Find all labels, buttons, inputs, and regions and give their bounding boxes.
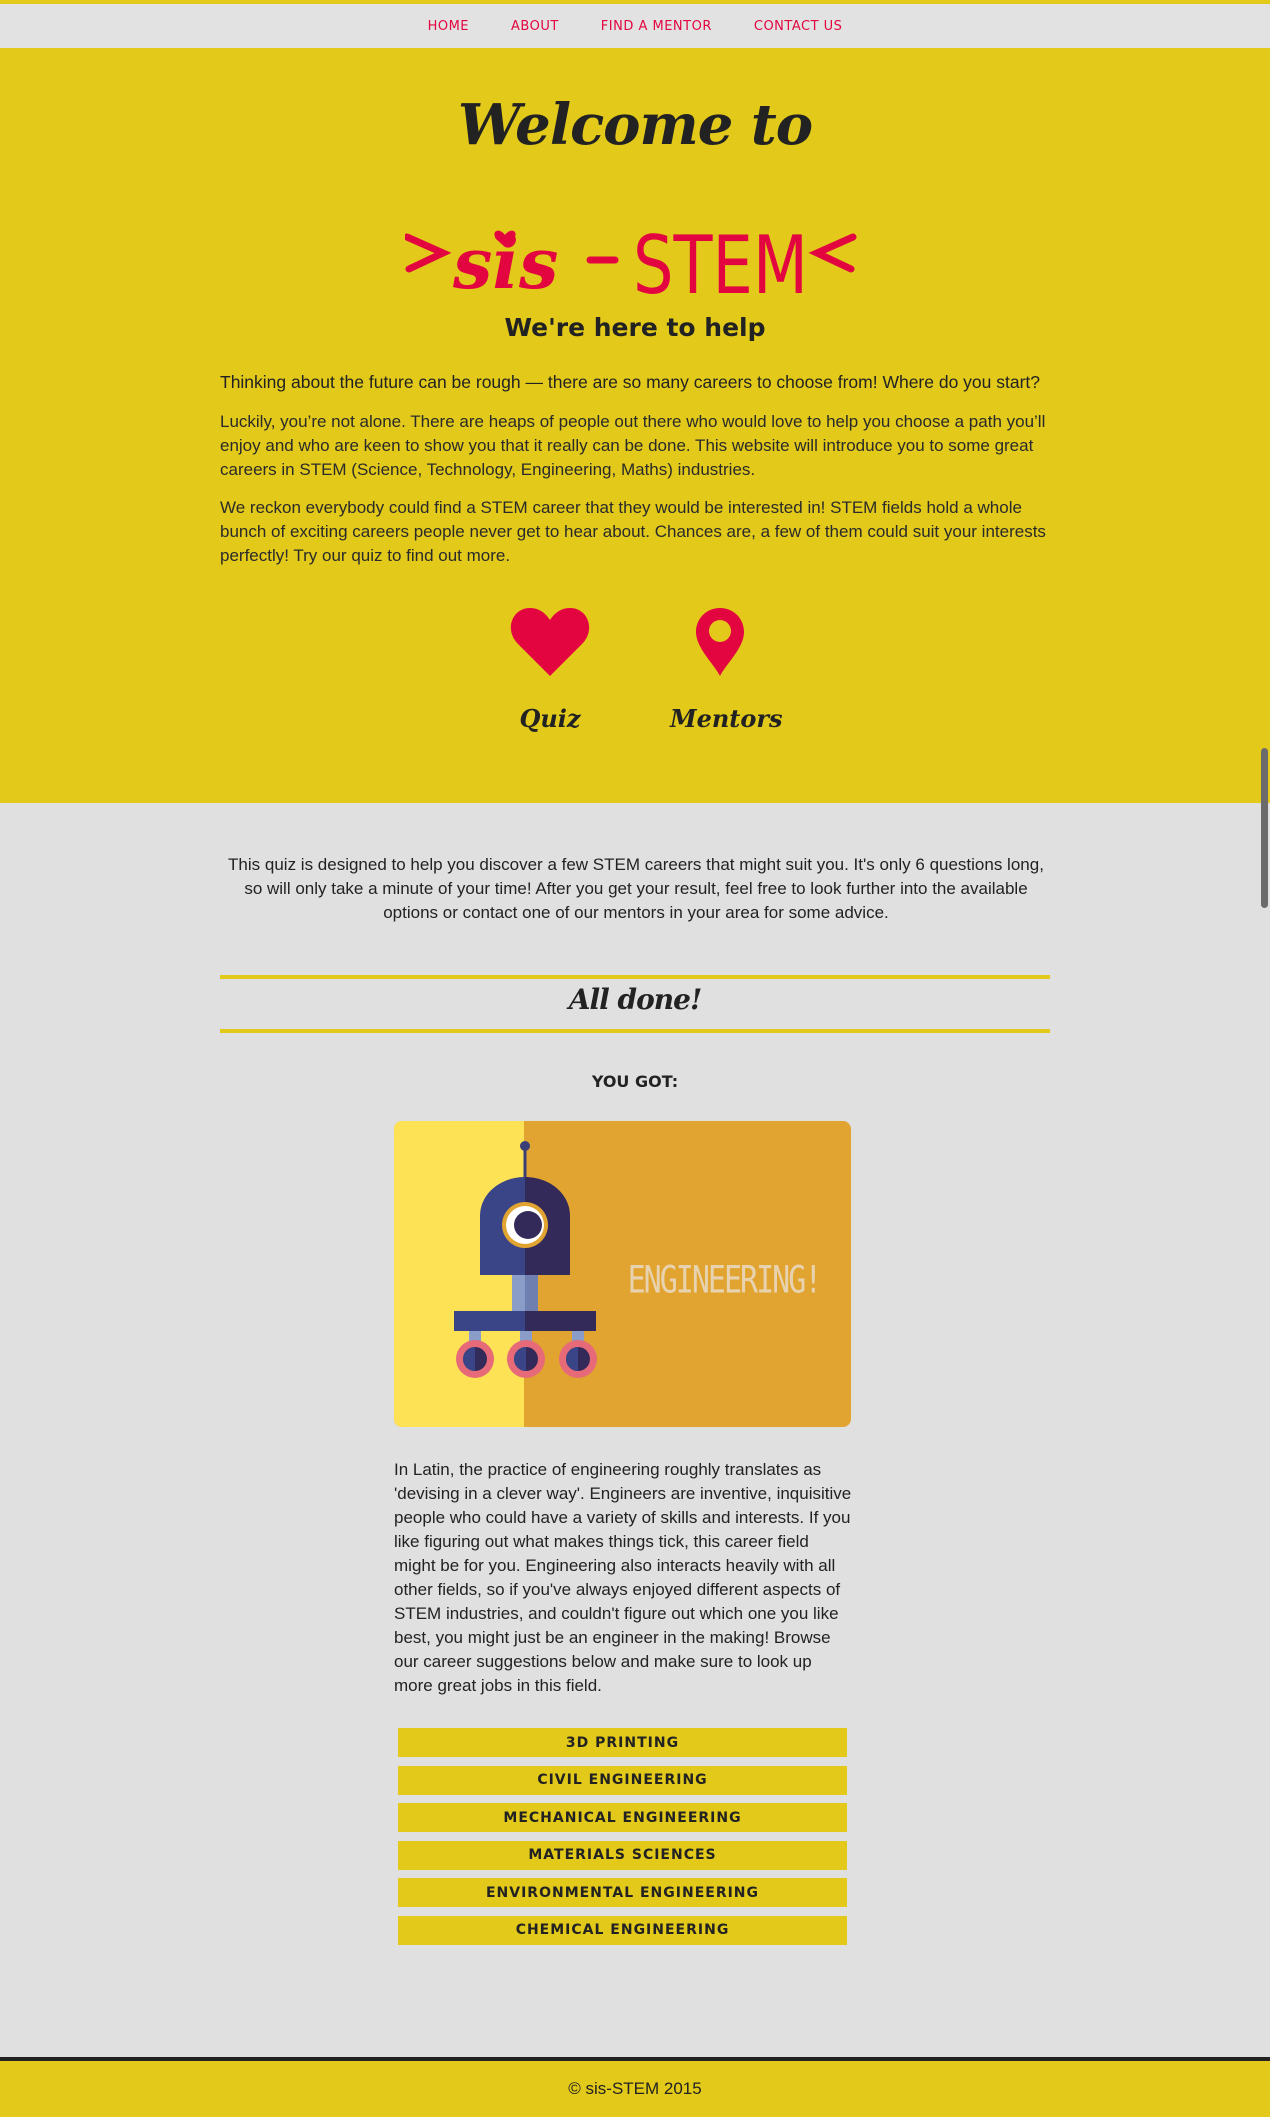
logo-right-chevron: [808, 233, 857, 273]
copyright-text: © sis-STEM 2015: [568, 2079, 702, 2098]
scrollbar-thumb[interactable]: [1261, 748, 1268, 908]
intro-paragraph-2: We reckon everybody could find a STEM ca…: [220, 498, 1046, 565]
done-title: All done!: [568, 983, 702, 1016]
career-button-materials-sciences[interactable]: MATERIALS SCIENCES: [398, 1840, 847, 1870]
nav-contact-link[interactable]: CONTACT US: [754, 19, 843, 34]
logo-left-chevron: [405, 233, 452, 273]
sis-stem-logo: sis STEM: [405, 219, 857, 303]
help-heading: We're here to help: [504, 313, 766, 342]
map-pin-icon: [696, 608, 744, 676]
nav-find-mentor-link[interactable]: FIND A MENTOR: [601, 19, 712, 34]
nav-about-link[interactable]: ABOUT: [511, 19, 559, 34]
heart-icon: [510, 608, 590, 676]
mentors-link[interactable]: Mentors: [670, 606, 783, 733]
career-button-3d-printing[interactable]: 3D PRINTING: [398, 1728, 847, 1757]
career-button-civil-engineering[interactable]: CIVIL ENGINEERING: [398, 1765, 847, 1795]
done-top-divider: [220, 975, 1050, 979]
logo-sis-text: sis: [452, 222, 558, 303]
top-nav: HOME ABOUT FIND A MENTOR CONTACT US: [0, 0, 1270, 48]
result-description: In Latin, the practice of engineering ro…: [394, 1460, 852, 1695]
career-button-mechanical-engineering[interactable]: MECHANICAL ENGINEERING: [398, 1803, 847, 1832]
logo-stem-text: STEM: [633, 219, 808, 303]
welcome-heading: Welcome to: [457, 92, 813, 158]
quiz-link-label: Quiz: [519, 704, 581, 733]
intro-lead: Thinking about the future can be rough —…: [220, 372, 1041, 392]
quiz-link[interactable]: Quiz: [500, 606, 600, 733]
you-got-label: YOU GOT:: [591, 1072, 679, 1091]
done-bottom-divider: [220, 1029, 1050, 1033]
hero-section: Welcome to sis STEM We're here to help T…: [0, 48, 1270, 803]
career-button-environmental-engineering[interactable]: ENVIRONMENTAL ENGINEERING: [398, 1878, 847, 1907]
quiz-intro: This quiz is designed to help you discov…: [228, 855, 1044, 922]
result-label: ENGINEERING!: [627, 1258, 823, 1303]
nav-home-link[interactable]: HOME: [428, 19, 469, 34]
career-button-chemical-engineering[interactable]: CHEMICAL ENGINEERING: [398, 1915, 847, 1945]
footer: © sis-STEM 2015: [0, 2057, 1270, 2117]
result-image: ENGINEERING!: [394, 1121, 851, 1427]
intro-paragraph-1: Luckily, you’re not alone. There are hea…: [220, 412, 1046, 479]
mentors-link-label: Mentors: [670, 704, 783, 733]
career-list: 3D PRINTING CIVIL ENGINEERING MECHANICAL…: [398, 1728, 847, 1953]
